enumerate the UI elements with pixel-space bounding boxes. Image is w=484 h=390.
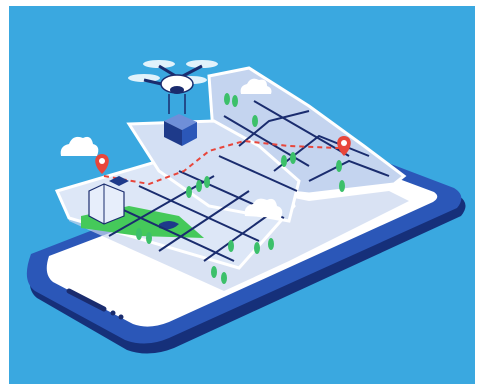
phone-sensor-dot bbox=[118, 314, 124, 320]
drone-delivery-illustration bbox=[9, 6, 475, 384]
illustration-frame bbox=[0, 0, 484, 390]
phone-sensor-dot bbox=[110, 310, 116, 316]
illustration-panel bbox=[9, 6, 475, 384]
